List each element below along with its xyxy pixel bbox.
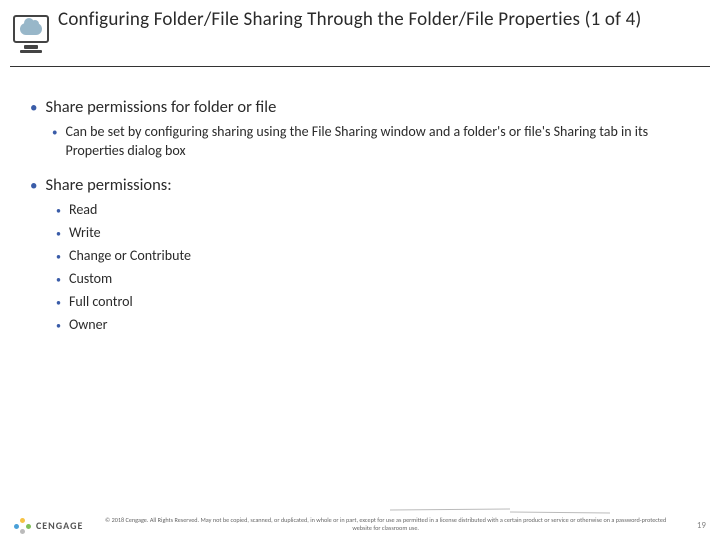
bullet-level3: • Write (56, 224, 690, 241)
copyright-text: © 2018 Cengage. All Rights Reserved. May… (83, 517, 688, 533)
bullet-icon: • (56, 273, 61, 287)
page-number: 19 (688, 520, 706, 531)
bullet-icon: • (56, 227, 61, 241)
slide-header: Configuring Folder/File Sharing Through … (0, 0, 720, 54)
bullet-text: Change or Contribute (69, 247, 191, 264)
bullet-text: Full control (69, 293, 133, 310)
bullet-icon: • (56, 250, 61, 264)
bullet-icon: • (30, 101, 37, 116)
bullet-icon: • (52, 125, 57, 140)
bullet-level3: • Read (56, 201, 690, 218)
bullet-level2: • Can be set by configuring sharing usin… (52, 123, 690, 161)
bullet-level3: • Change or Contribute (56, 247, 690, 264)
slide-body: • Share permissions for folder or file •… (0, 67, 720, 333)
bullet-icon: • (56, 296, 61, 310)
bullet-level3: • Custom (56, 270, 690, 287)
decorative-lines (390, 506, 610, 516)
bullet-level3: • Owner (56, 316, 690, 333)
bullet-level3: • Full control (56, 293, 690, 310)
bullet-text: Write (69, 224, 101, 241)
brand-logo: CENGAGE (14, 516, 83, 534)
slide-footer: CENGAGE © 2018 Cengage. All Rights Reser… (0, 516, 720, 534)
bullet-icon: • (56, 204, 61, 218)
bullet-icon: • (56, 319, 61, 333)
bullet-text: Owner (69, 316, 107, 333)
bullet-text: Custom (69, 270, 112, 287)
bullet-level1: • Share permissions for folder or file •… (30, 97, 690, 161)
slide-title: Configuring Folder/File Sharing Through … (52, 8, 710, 32)
computer-cloud-icon (10, 8, 52, 50)
brand-mark-icon (14, 516, 32, 534)
bullet-icon: • (30, 179, 37, 194)
slide: Configuring Folder/File Sharing Through … (0, 0, 720, 540)
bullet-level1: • Share permissions: • Read • Write • Chang… (30, 175, 690, 333)
bullet-text: Can be set by configuring sharing using … (65, 123, 690, 161)
bullet-text: Share permissions: (45, 175, 171, 195)
brand-name: CENGAGE (36, 519, 83, 532)
bullet-text: Read (69, 201, 97, 218)
bullet-text: Share permissions for folder or file (45, 97, 276, 117)
